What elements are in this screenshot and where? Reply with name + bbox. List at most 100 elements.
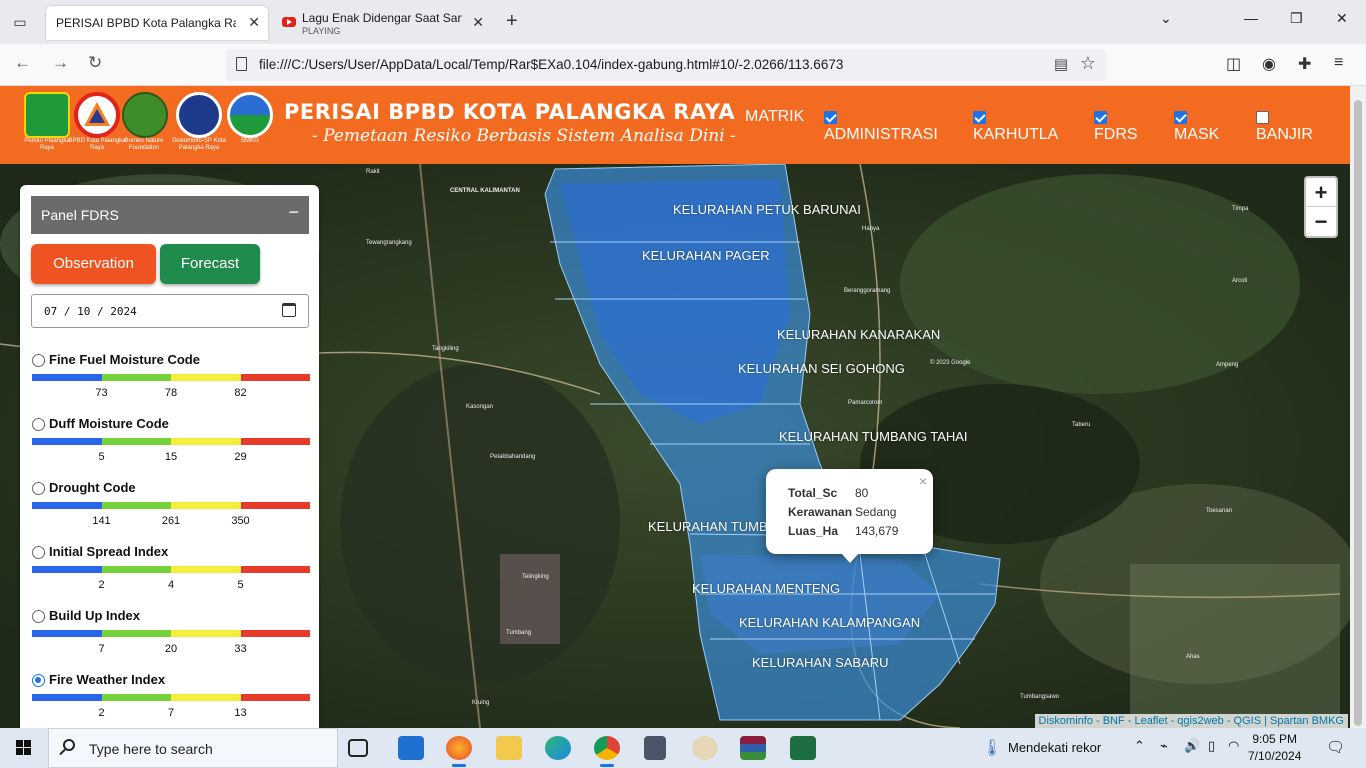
place-label: Taberu: [1072, 422, 1091, 428]
radio[interactable]: [32, 674, 45, 687]
winrar-icon[interactable]: [740, 736, 766, 760]
extensions-icon[interactable]: ✚: [1298, 54, 1311, 74]
weather-text[interactable]: Mendekati rekor: [1008, 740, 1101, 755]
tick-label: 7: [167, 707, 175, 719]
taskbar-search[interactable]: Type here to search: [48, 728, 338, 768]
kelurahan-label[interactable]: KELURAHAN TUMB: [648, 519, 768, 534]
kelurahan-label[interactable]: KELURAHAN SEI GOHONG: [738, 361, 905, 376]
back-icon[interactable]: ←: [14, 53, 31, 73]
kelurahan-label[interactable]: KELURAHAN PAGER: [642, 248, 770, 263]
tab-close-icon[interactable]: ✕: [472, 14, 484, 31]
close-window-icon[interactable]: ✕: [1336, 10, 1348, 27]
popup-value: 143,679: [855, 524, 899, 538]
index-option-isi[interactable]: Initial Spread Index 2 4 5: [32, 542, 310, 602]
taskbar-clock[interactable]: 9:05 PM 7/10/2024: [1248, 731, 1301, 765]
radio[interactable]: [32, 546, 45, 559]
place-label: Timpa: [1232, 206, 1249, 212]
calculator-icon[interactable]: [644, 736, 666, 760]
battery-icon[interactable]: ▯: [1208, 738, 1215, 754]
minimize-icon[interactable]: —: [1244, 10, 1258, 26]
checkbox[interactable]: [973, 111, 986, 124]
feature-popup: × Total_Sc 80 Kerawanan Sedang Luas_Ha 1…: [766, 469, 933, 563]
browser-tabstrip: ▭ PERISAI BPBD Kota Palangka Raya ✕ Lagu…: [0, 0, 1366, 44]
index-option-dc[interactable]: Drought Code 141 261 350: [32, 478, 310, 538]
index-option-ffmc[interactable]: Fine Fuel Moisture Code 73 78 82: [32, 350, 310, 410]
checkbox[interactable]: [1174, 111, 1187, 124]
excel-icon[interactable]: [790, 736, 816, 760]
calendar-icon[interactable]: [282, 303, 296, 317]
popup-key: Total_Sc: [788, 486, 838, 500]
index-option-bui[interactable]: Build Up Index 7 20 33: [32, 606, 310, 666]
weather-thermometer-icon[interactable]: 🌡: [982, 738, 1002, 758]
zoom-out-button[interactable]: −: [1306, 207, 1336, 236]
menu-matrik[interactable]: MATRIK: [745, 108, 804, 126]
menu-icon[interactable]: ≡: [1334, 54, 1343, 72]
zoom-in-button[interactable]: +: [1306, 178, 1336, 207]
kelurahan-label[interactable]: KELURAHAN TUMBANG TAHAI: [779, 429, 968, 444]
map-attribution[interactable]: Diskominfo - BNF - Leaflet - qgis2web - …: [1034, 714, 1348, 728]
chrome-icon[interactable]: [594, 736, 620, 767]
kelurahan-label[interactable]: KELURAHAN PETUK BARUNAI: [673, 202, 861, 217]
tab-playing-label: PLAYING: [302, 26, 341, 36]
date-input[interactable]: 07 / 10 / 2024: [31, 294, 309, 328]
popup-value: Sedang: [855, 505, 897, 519]
tick-label: 5: [237, 579, 244, 591]
scrollbar-thumb[interactable]: [1354, 100, 1362, 726]
windows-start-icon[interactable]: [16, 740, 32, 756]
edge-icon[interactable]: [545, 736, 571, 760]
url-bar[interactable]: file:///C:/Users/User/AppData/Local/Temp…: [226, 49, 1106, 81]
site-title: PERISAI BPBD KOTA PALANGKA RAYA: [284, 100, 736, 124]
kelurahan-label[interactable]: KELURAHAN KANARAKAN: [777, 327, 940, 342]
tab-list-icon[interactable]: ▭: [8, 10, 32, 34]
wifi-icon[interactable]: ◠: [1228, 738, 1239, 754]
notification-icon[interactable]: 🗨: [1326, 738, 1345, 756]
url-text[interactable]: file:///C:/Users/User/AppData/Local/Temp…: [259, 57, 843, 72]
task-view-icon[interactable]: [348, 739, 368, 757]
panel-header[interactable]: Panel FDRS −: [31, 196, 309, 234]
tick-label: 82: [234, 387, 247, 399]
index-option-fwi[interactable]: Fire Weather Index 2 7 13: [32, 670, 310, 730]
bookmark-star-icon[interactable]: ☆: [1080, 53, 1096, 74]
checkbox[interactable]: [824, 111, 837, 124]
new-tab-icon[interactable]: +: [506, 10, 518, 33]
site-subtitle: - Pemetaan Resiko Berbasis Sistem Analis…: [312, 126, 736, 146]
radio[interactable]: [32, 482, 45, 495]
pocket-icon[interactable]: ◫: [1226, 54, 1241, 74]
account-icon[interactable]: ◉: [1262, 54, 1276, 74]
kelurahan-label[interactable]: KELURAHAN SABARU: [752, 655, 889, 670]
tab-overflow-chevron-icon[interactable]: ⌄: [1160, 10, 1172, 27]
radio[interactable]: [32, 354, 45, 367]
reader-view-icon[interactable]: ▤: [1054, 55, 1068, 73]
youtube-icon: [282, 17, 296, 27]
checkbox[interactable]: [1256, 111, 1269, 124]
firefox-icon[interactable]: [446, 736, 472, 767]
paint-icon[interactable]: [692, 736, 718, 760]
search-icon: [63, 739, 75, 751]
collapse-icon[interactable]: −: [288, 202, 299, 223]
tab-close-icon[interactable]: ✕: [248, 14, 260, 31]
network-icon[interactable]: ⌁: [1160, 738, 1168, 754]
tick-label: 2: [98, 707, 105, 719]
tab-youtube[interactable]: Lagu Enak Didengar Saat Santai PLAYING ✕: [276, 6, 492, 40]
observation-button[interactable]: Observation: [31, 244, 156, 284]
place-label: Tewangrangkang: [366, 240, 412, 246]
forward-icon[interactable]: →: [52, 53, 69, 73]
tab-title: PERISAI BPBD Kota Palangka Raya: [56, 16, 236, 30]
tray-chevron-icon[interactable]: ⌃: [1134, 738, 1145, 754]
kelurahan-label[interactable]: KELURAHAN KALAMPANGAN: [739, 615, 920, 630]
reload-icon[interactable]: ↻: [88, 53, 102, 73]
page-scrollbar[interactable]: [1350, 86, 1366, 728]
restore-icon[interactable]: ❐: [1290, 10, 1303, 27]
volume-icon[interactable]: 🔊: [1184, 738, 1200, 754]
index-option-dmc[interactable]: Duff Moisture Code 5 15 29: [32, 414, 310, 474]
kelurahan-label[interactable]: KELURAHAN MENTENG: [692, 581, 840, 596]
mail-icon[interactable]: [398, 736, 424, 760]
checkbox[interactable]: [1094, 111, 1107, 124]
file-explorer-icon[interactable]: [496, 736, 522, 760]
radio[interactable]: [32, 418, 45, 431]
radio[interactable]: [32, 610, 45, 623]
tab-perisai[interactable]: PERISAI BPBD Kota Palangka Raya ✕: [46, 6, 268, 40]
index-name: Fire Weather Index: [49, 672, 166, 687]
popup-close-icon[interactable]: ×: [919, 473, 927, 489]
forecast-button[interactable]: Forecast: [160, 244, 260, 284]
